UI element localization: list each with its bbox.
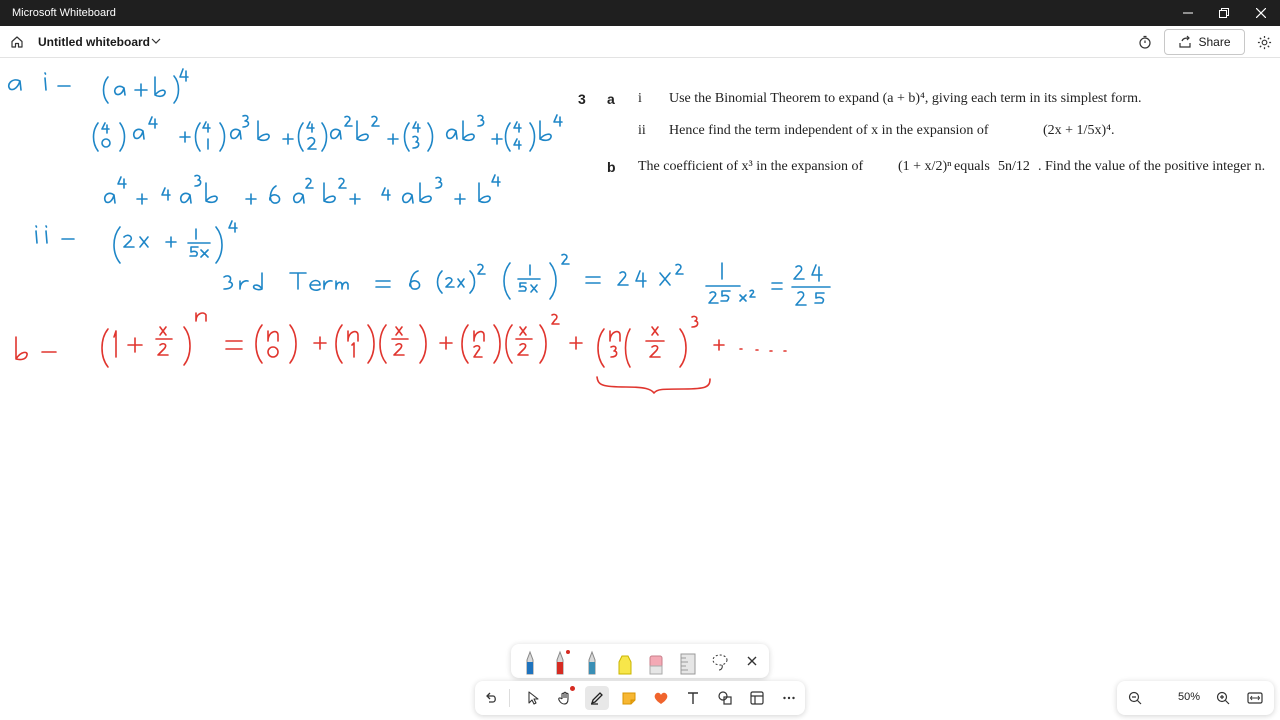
- pen-icon: [590, 692, 603, 705]
- more-button[interactable]: [777, 686, 801, 710]
- window-title: Microsoft Whiteboard: [12, 7, 116, 19]
- question-line-b-text: The coefficient of x³ in the expansion o…: [638, 159, 864, 174]
- share-button[interactable]: Share: [1164, 29, 1245, 55]
- gear-icon: [1257, 35, 1271, 49]
- bottom-toolbar: [475, 681, 805, 715]
- hand-icon: [558, 691, 569, 705]
- share-label: Share: [1198, 35, 1231, 49]
- question-part-ii: ii: [638, 123, 646, 138]
- fit-to-screen-button[interactable]: [1243, 686, 1267, 710]
- home-icon: [11, 36, 23, 48]
- shapes-icon: [718, 691, 732, 705]
- settings-button[interactable]: [1253, 31, 1275, 53]
- pan-indicator-dot: [570, 686, 575, 691]
- lasso-icon[interactable]: [709, 648, 731, 676]
- fit-screen-icon: [1247, 692, 1263, 704]
- shapes-tool[interactable]: [713, 686, 737, 710]
- close-icon: [1256, 8, 1266, 18]
- question-number: 3: [578, 91, 586, 107]
- sticky-note-tool[interactable]: [617, 686, 641, 710]
- zoom-in-icon: [1216, 691, 1230, 705]
- handwritten-notes: [7, 68, 831, 394]
- whiteboard-canvas[interactable]: 3 a i Use the Binomial Theorem to expand…: [0, 59, 1280, 720]
- text-icon: [688, 692, 698, 704]
- teal-pen-icon[interactable]: [581, 648, 603, 676]
- eraser-icon[interactable]: [645, 648, 667, 676]
- ink-a-label: [7, 79, 22, 91]
- chevron-down-icon[interactable]: [150, 35, 162, 47]
- timer-icon: [1139, 35, 1151, 49]
- pointer-icon: [528, 691, 539, 705]
- ink-brace: [596, 376, 711, 394]
- zoom-in-button[interactable]: [1211, 686, 1235, 710]
- ink-i-label: [44, 72, 47, 91]
- ink-paren: [102, 76, 109, 104]
- ink-3rd-term: [223, 275, 234, 290]
- select-tool[interactable]: [521, 686, 545, 710]
- highlighter-icon[interactable]: [613, 648, 635, 676]
- zoom-out-button[interactable]: [1123, 686, 1147, 710]
- restore-icon: [1219, 8, 1229, 18]
- timer-button[interactable]: [1134, 31, 1156, 53]
- question-line-b-fraction: 5n/12: [998, 159, 1030, 174]
- pen-tray: [511, 644, 769, 678]
- close-tray-icon[interactable]: [741, 648, 763, 676]
- undo-button[interactable]: [479, 686, 503, 710]
- more-icon: [783, 696, 795, 700]
- question-line-i: Use the Binomial Theorem to expand (a + …: [669, 91, 1142, 106]
- ink-b-label: [15, 336, 28, 361]
- toolbar-divider: [509, 689, 510, 707]
- ink-tool[interactable]: [585, 686, 609, 710]
- question-part-b: b: [607, 159, 616, 175]
- close-window-button[interactable]: [1243, 0, 1279, 26]
- question-line-b-post: . Find the value of the positive integer…: [1038, 159, 1266, 174]
- red-pen-icon[interactable]: [549, 648, 571, 676]
- title-bar: Microsoft Whiteboard: [0, 0, 1280, 26]
- document-title[interactable]: Untitled whiteboard: [38, 35, 150, 49]
- question-part-i: i: [638, 91, 642, 106]
- zoom-out-icon: [1128, 691, 1142, 705]
- heart-icon: [654, 692, 668, 704]
- pan-tool[interactable]: [553, 686, 577, 710]
- zoom-level: 50%: [1177, 691, 1201, 703]
- app-header: Untitled whiteboard Share: [0, 26, 1280, 58]
- question-line-ii-expression: (2x + 1/5x)⁴.: [1043, 123, 1115, 138]
- templates-tool[interactable]: [745, 686, 769, 710]
- question-line-b-expression: (1 + x/2)ⁿ: [898, 159, 952, 174]
- sticky-note-icon: [622, 692, 636, 705]
- reactions-tool[interactable]: [649, 686, 673, 710]
- text-tool[interactable]: [681, 686, 705, 710]
- templates-icon: [750, 691, 764, 705]
- question-line-ii-text: Hence find the term independent of x in …: [669, 123, 989, 138]
- question-part-a: a: [607, 91, 615, 107]
- minimize-icon: [1183, 12, 1193, 14]
- home-button[interactable]: [6, 31, 28, 53]
- blue-pen-icon[interactable]: [519, 648, 541, 676]
- zoom-controls: 50%: [1117, 681, 1274, 715]
- restore-button[interactable]: [1206, 0, 1242, 26]
- question-line-b-equals: equals: [954, 159, 990, 174]
- minimize-button[interactable]: [1170, 0, 1206, 26]
- undo-icon: [486, 692, 496, 703]
- ruler-icon[interactable]: [677, 648, 699, 676]
- share-icon: [1179, 35, 1192, 48]
